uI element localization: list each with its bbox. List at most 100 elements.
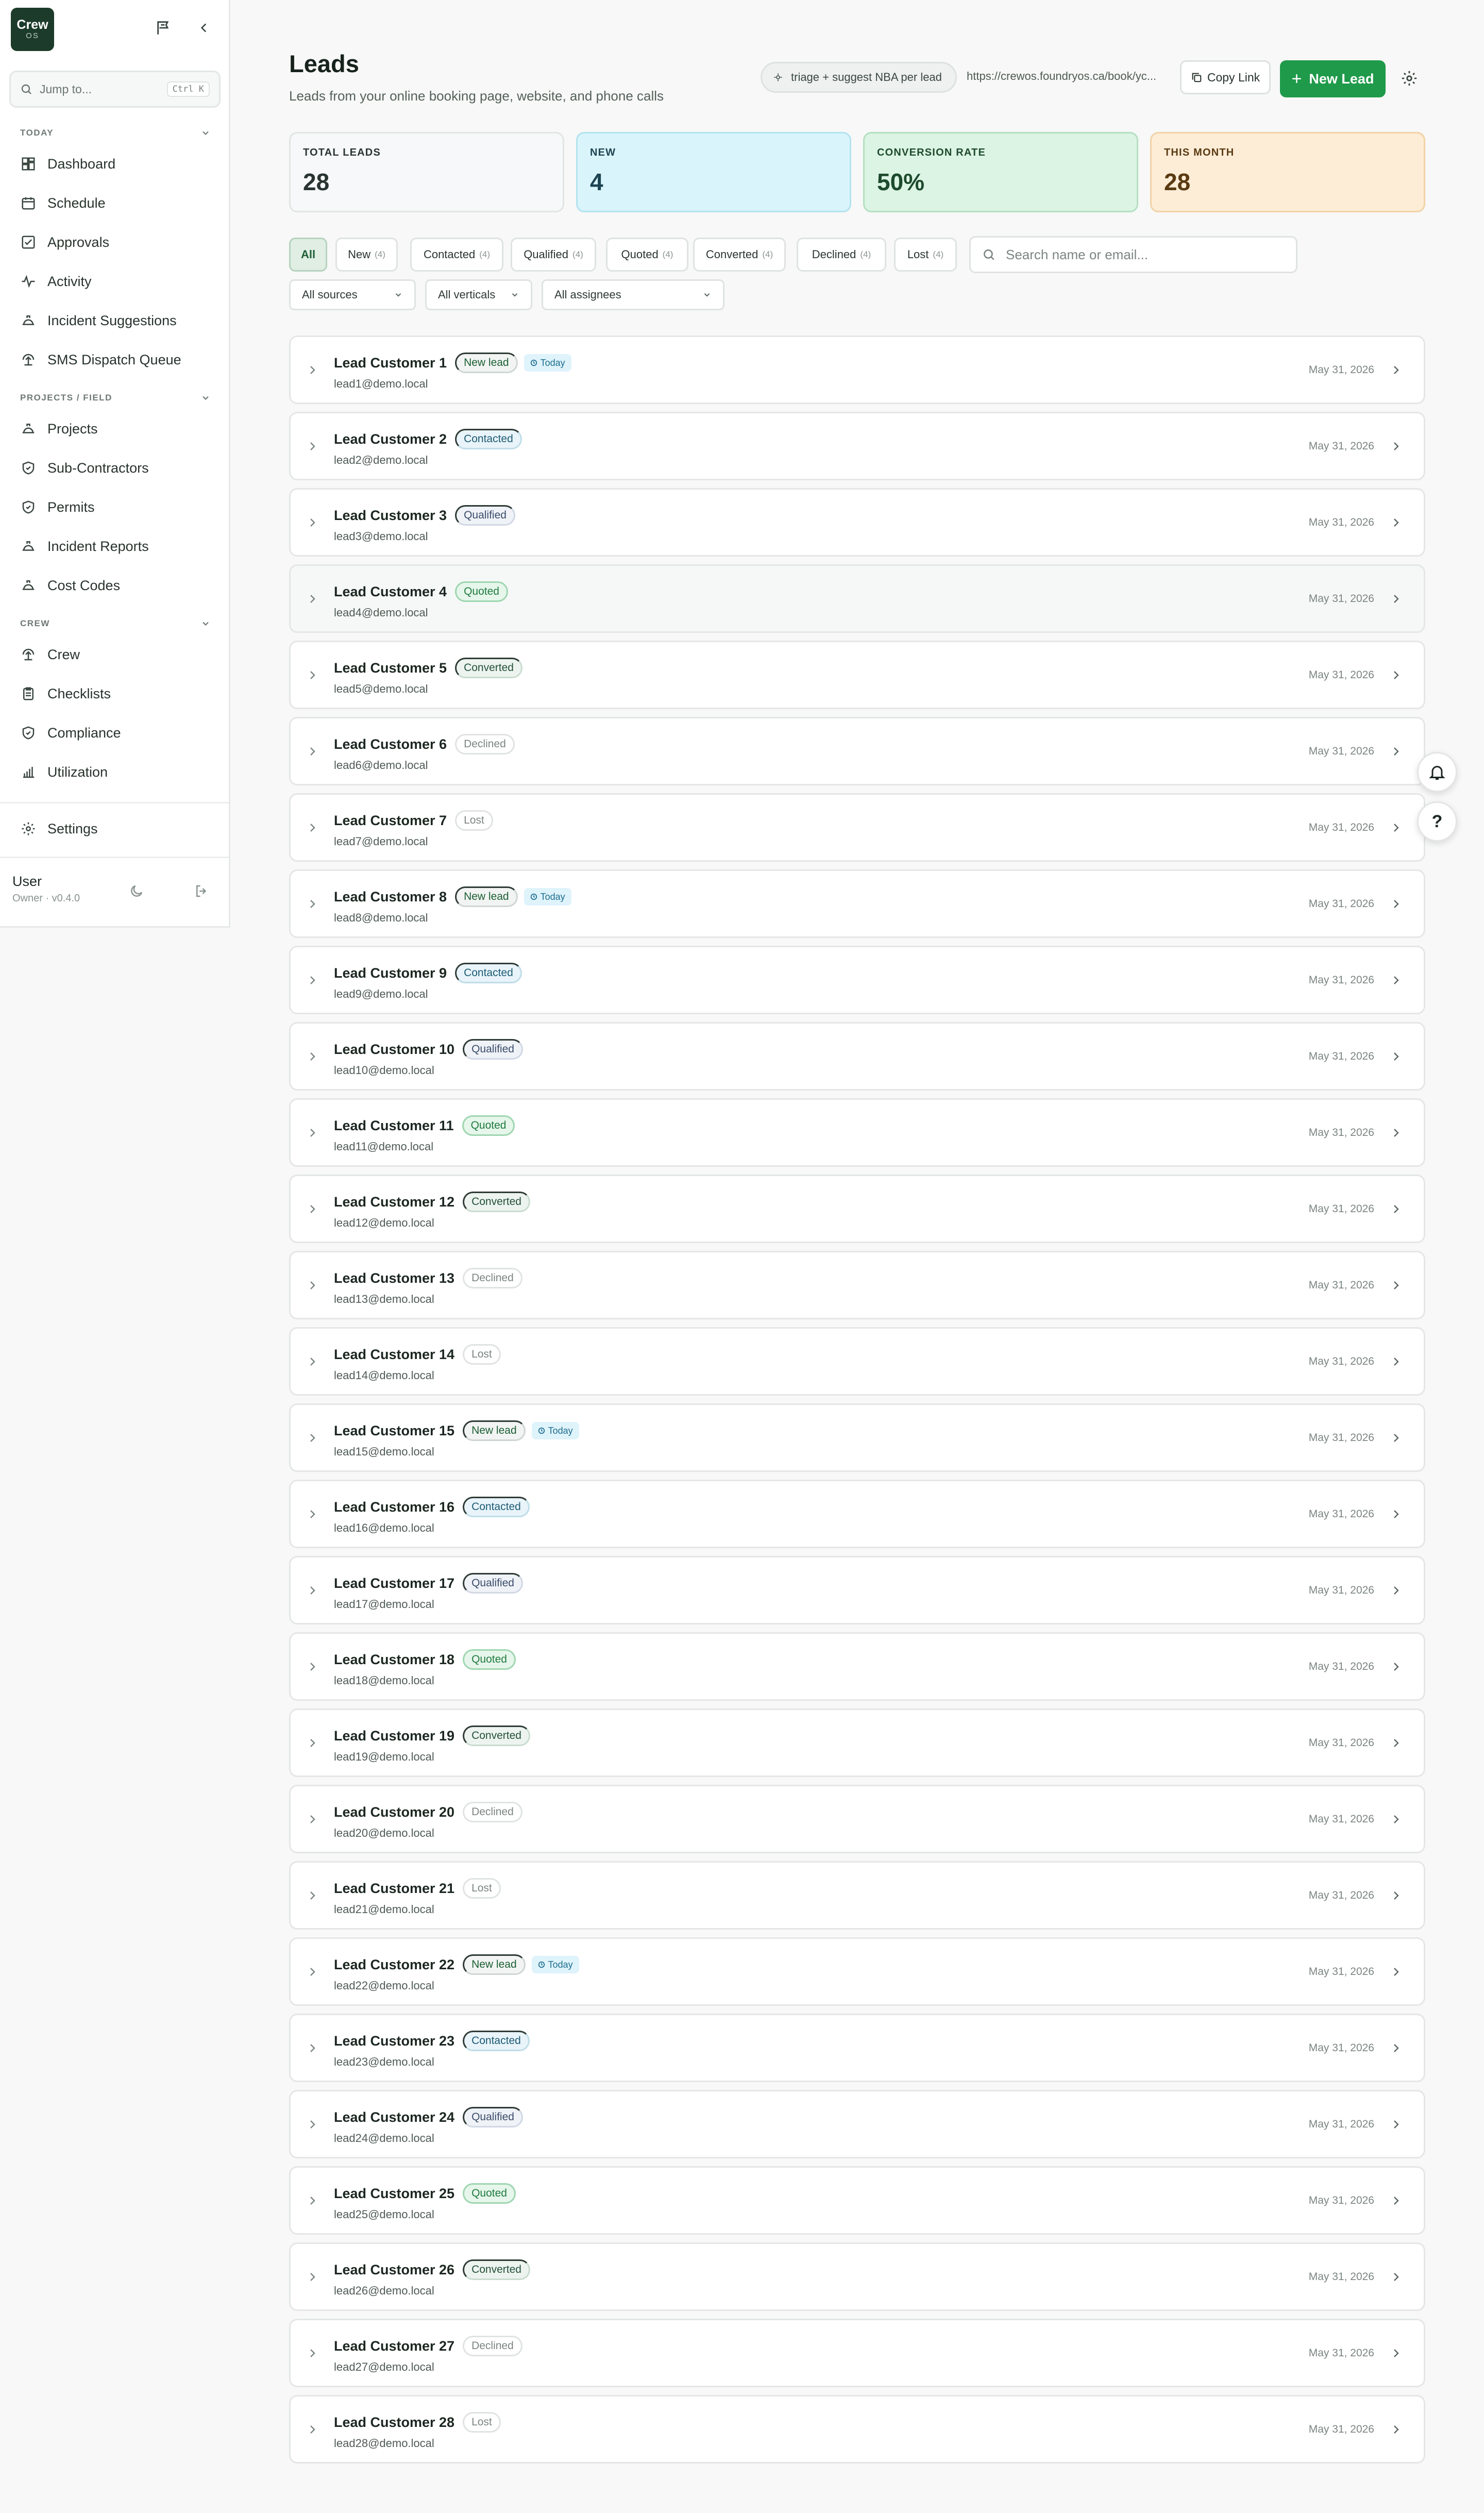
section-title-projects-field[interactable]: PROJECTS / FIELD	[20, 393, 211, 403]
app-logo[interactable]: Crew OS	[11, 8, 54, 51]
chevron-right-icon[interactable]	[306, 1203, 318, 1215]
sidebar-item-settings[interactable]: Settings	[20, 814, 216, 843]
chevron-right-icon[interactable]	[1390, 440, 1402, 453]
chevron-right-icon[interactable]	[1390, 1279, 1402, 1292]
chevron-right-icon[interactable]	[306, 364, 318, 376]
chevron-right-icon[interactable]	[1390, 1813, 1402, 1825]
chevron-right-icon[interactable]	[1390, 1737, 1402, 1749]
lead-row[interactable]: Lead Customer 16 Contacted lead16@demo.lo…	[289, 1480, 1425, 1548]
chevron-right-icon[interactable]	[1390, 2347, 1402, 2359]
chevron-right-icon[interactable]	[306, 1127, 318, 1139]
chevron-right-icon[interactable]	[1390, 1050, 1402, 1063]
copy-link-button[interactable]: Copy Link	[1180, 60, 1271, 94]
assignees-select[interactable]: All assignees	[542, 279, 724, 310]
chevron-right-icon[interactable]	[1390, 822, 1402, 834]
logout-icon[interactable]	[194, 883, 209, 901]
chevron-right-icon[interactable]	[1390, 2042, 1402, 2054]
chevron-right-icon[interactable]	[1390, 2271, 1402, 2283]
chevron-right-icon[interactable]	[306, 593, 318, 605]
lead-row[interactable]: Lead Customer 3 Qualified lead3@demo.loca…	[289, 488, 1425, 557]
chevron-right-icon[interactable]	[306, 2271, 318, 2283]
chevron-right-icon[interactable]	[1390, 898, 1402, 910]
sidebar-item-projects[interactable]: Projects	[20, 414, 216, 443]
section-title-crew[interactable]: CREW	[20, 618, 211, 629]
tab-quoted[interactable]: Quoted (4)	[606, 238, 688, 272]
sidebar-item-sms-dispatch-queue[interactable]: SMS Dispatch Queue	[20, 345, 216, 374]
lead-row[interactable]: Lead Customer 23 Contacted lead23@demo.lo…	[289, 2014, 1425, 2082]
sidebar-item-activity[interactable]: Activity	[20, 267, 216, 296]
lead-row[interactable]: Lead Customer 27 Declined lead27@demo.loc…	[289, 2319, 1425, 2387]
chevron-right-icon[interactable]	[1390, 1355, 1402, 1368]
sidebar-item-crew[interactable]: Crew	[20, 640, 216, 669]
chevron-right-icon[interactable]	[306, 1508, 318, 1520]
chevron-right-icon[interactable]	[1390, 1508, 1402, 1520]
chevron-right-icon[interactable]	[1390, 669, 1402, 681]
tab-new[interactable]: New (4)	[335, 238, 398, 272]
lead-row[interactable]: Lead Customer 5 Converted lead5@demo.loca…	[289, 641, 1425, 709]
chevron-right-icon[interactable]	[306, 1279, 318, 1292]
notifications-button[interactable]	[1417, 752, 1457, 792]
lead-row[interactable]: Lead Customer 11 Quoted lead11@demo.local…	[289, 1098, 1425, 1167]
lead-row[interactable]: Lead Customer 17 Qualified lead17@demo.lo…	[289, 1556, 1425, 1624]
new-lead-button[interactable]: + New Lead	[1280, 60, 1386, 97]
chevron-right-icon[interactable]	[1390, 745, 1402, 758]
chevron-right-icon[interactable]	[1390, 2194, 1402, 2207]
chevron-right-icon[interactable]	[1390, 1127, 1402, 1139]
chevron-right-icon[interactable]	[306, 822, 318, 834]
chevron-right-icon[interactable]	[306, 2042, 318, 2054]
chevron-right-icon[interactable]	[1390, 593, 1402, 605]
chevron-right-icon[interactable]	[306, 1432, 318, 1444]
sidebar-item-schedule[interactable]: Schedule	[20, 189, 216, 217]
tab-converted[interactable]: Converted (4)	[693, 238, 786, 272]
tab-all[interactable]: All	[289, 238, 327, 272]
sidebar-item-sub-contractors[interactable]: Sub-Contractors	[20, 454, 216, 482]
sidebar-item-incident-reports[interactable]: Incident Reports	[20, 532, 216, 561]
feedback-flag-icon[interactable]	[155, 19, 173, 37]
chevron-right-icon[interactable]	[1390, 2423, 1402, 2436]
sidebar-item-utilization[interactable]: Utilization	[20, 758, 216, 786]
ai-triage-chip[interactable]: triage + suggest NBA per lead	[761, 62, 957, 93]
chevron-right-icon[interactable]	[1390, 1432, 1402, 1444]
lead-row[interactable]: Lead Customer 21 Lost lead21@demo.local M…	[289, 1861, 1425, 1930]
verticals-select[interactable]: All verticals	[425, 279, 532, 310]
chevron-right-icon[interactable]	[1390, 516, 1402, 529]
chevron-right-icon[interactable]	[306, 2423, 318, 2436]
chevron-right-icon[interactable]	[306, 1813, 318, 1825]
lead-row[interactable]: Lead Customer 9 Contacted lead9@demo.loca…	[289, 946, 1425, 1014]
chevron-right-icon[interactable]	[306, 1966, 318, 1978]
chevron-right-icon[interactable]	[1390, 1889, 1402, 1902]
chevron-right-icon[interactable]	[1390, 1966, 1402, 1978]
lead-row[interactable]: Lead Customer 19 Converted lead19@demo.lo…	[289, 1708, 1425, 1777]
lead-row[interactable]: Lead Customer 8 New lead Today lead8@demo.…	[289, 869, 1425, 938]
chevron-right-icon[interactable]	[306, 2347, 318, 2359]
chevron-right-icon[interactable]	[306, 1355, 318, 1368]
chevron-right-icon[interactable]	[306, 745, 318, 758]
tab-contacted[interactable]: Contacted (4)	[410, 238, 503, 272]
sidebar-item-permits[interactable]: Permits	[20, 493, 216, 522]
jump-to-search[interactable]: Jump to... Ctrl K	[9, 71, 221, 108]
lead-row[interactable]: Lead Customer 25 Quoted lead25@demo.local…	[289, 2166, 1425, 2235]
collapse-sidebar-icon[interactable]	[195, 19, 213, 37]
tab-declined[interactable]: Declined (4)	[797, 238, 886, 272]
lead-row[interactable]: Lead Customer 18 Quoted lead18@demo.local…	[289, 1632, 1425, 1701]
chevron-right-icon[interactable]	[1390, 2118, 1402, 2131]
settings-gear-icon[interactable]	[1399, 68, 1420, 89]
lead-row[interactable]: Lead Customer 24 Qualified lead24@demo.lo…	[289, 2090, 1425, 2158]
lead-row[interactable]: Lead Customer 13 Declined lead13@demo.loc…	[289, 1251, 1425, 1319]
lead-row[interactable]: Lead Customer 6 Declined lead6@demo.local…	[289, 717, 1425, 785]
tab-lost[interactable]: Lost (4)	[894, 238, 957, 272]
user-profile[interactable]: User Owner · v0.4.0	[12, 874, 80, 904]
lead-row[interactable]: Lead Customer 26 Converted lead26@demo.lo…	[289, 2242, 1425, 2311]
chevron-right-icon[interactable]	[1390, 1661, 1402, 1673]
tab-qualified[interactable]: Qualified (4)	[511, 238, 596, 272]
chevron-right-icon[interactable]	[306, 1737, 318, 1749]
chevron-right-icon[interactable]	[306, 1050, 318, 1063]
lead-row[interactable]: Lead Customer 4 Quoted lead4@demo.local M…	[289, 564, 1425, 633]
sidebar-item-incident-suggestions[interactable]: Incident Suggestions	[20, 306, 216, 335]
lead-row[interactable]: Lead Customer 14 Lost lead14@demo.local M…	[289, 1327, 1425, 1396]
chevron-right-icon[interactable]	[1390, 974, 1402, 986]
lead-row[interactable]: Lead Customer 22 New lead Today lead22@dem…	[289, 1937, 1425, 2006]
chevron-right-icon[interactable]	[306, 2118, 318, 2131]
chevron-right-icon[interactable]	[306, 1661, 318, 1673]
sidebar-item-compliance[interactable]: Compliance	[20, 718, 216, 747]
